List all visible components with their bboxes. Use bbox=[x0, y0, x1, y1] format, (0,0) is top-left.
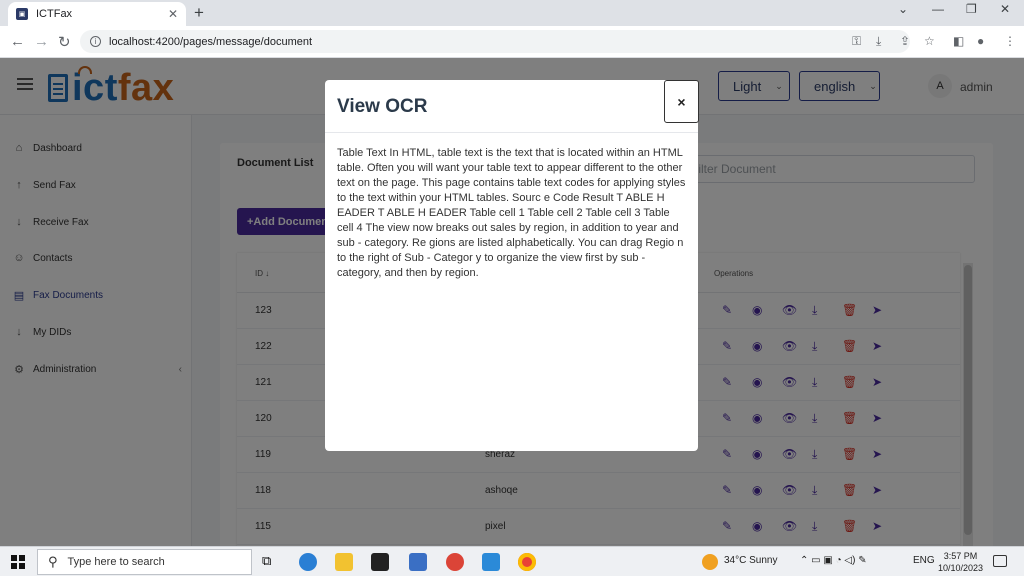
chrome-canary-icon[interactable] bbox=[446, 553, 464, 571]
view-ocr-modal: View OCR × Table Text In HTML, table tex… bbox=[325, 80, 699, 451]
modal-title: View OCR bbox=[337, 96, 428, 117]
side-panel-icon[interactable]: ◧ bbox=[953, 34, 964, 48]
browser-toolbar: ← → ↻ i localhost:4200/pages/message/doc… bbox=[0, 26, 1024, 58]
terminal-icon[interactable] bbox=[371, 553, 389, 571]
weather-icon[interactable] bbox=[702, 554, 718, 570]
site-info-icon[interactable]: i bbox=[90, 36, 101, 47]
notification-icon[interactable] bbox=[993, 555, 1007, 567]
chrome-icon[interactable] bbox=[518, 553, 536, 571]
url-text: localhost:4200/pages/message/document bbox=[109, 35, 313, 48]
task-view-icon[interactable]: ⧉ bbox=[262, 553, 280, 571]
window-close-button[interactable]: ✕ bbox=[1000, 2, 1010, 16]
modal-header: View OCR × bbox=[325, 80, 699, 133]
browser-menu-icon[interactable]: ⋮ bbox=[1004, 34, 1016, 48]
bookmark-star-icon[interactable]: ☆ bbox=[924, 34, 935, 48]
tab-close-icon[interactable]: ✕ bbox=[168, 7, 178, 21]
forward-arrow-icon[interactable]: → bbox=[34, 33, 49, 50]
install-icon[interactable]: ⤓ bbox=[876, 34, 881, 49]
system-tray-icons[interactable]: ⌃ ▭ ▣ ◔ ◁) ✎ bbox=[800, 555, 867, 566]
clock-time: 3:57 PM bbox=[943, 551, 978, 561]
edge-browser-icon[interactable] bbox=[299, 553, 317, 571]
windows-start-icon[interactable] bbox=[11, 555, 25, 569]
new-tab-button[interactable]: + bbox=[194, 3, 204, 23]
tab-search-icon[interactable]: ⌄ bbox=[898, 2, 908, 16]
window-minimize-button[interactable]: — bbox=[932, 2, 944, 16]
search-icon: ⚲ bbox=[48, 554, 58, 569]
reload-icon[interactable]: ↻ bbox=[58, 33, 71, 51]
taskbar-search-box[interactable]: ⚲ Type here to search bbox=[37, 549, 252, 575]
profile-icon[interactable]: ● bbox=[977, 34, 984, 48]
browser-tab-ictfax[interactable]: ▣ ICTFax ✕ bbox=[8, 2, 186, 26]
powershell-icon[interactable] bbox=[409, 553, 427, 571]
window-restore-button[interactable]: ❐ bbox=[966, 2, 977, 16]
key-icon[interactable]: ⚿ bbox=[852, 34, 861, 49]
share-icon[interactable]: ⇪ bbox=[900, 34, 910, 48]
ocr-text: Table Text In HTML, table text is the te… bbox=[337, 147, 686, 279]
taskbar-search-placeholder: Type here to search bbox=[67, 556, 165, 568]
address-bar[interactable]: i localhost:4200/pages/message/document bbox=[80, 30, 910, 53]
back-arrow-icon[interactable]: ← bbox=[10, 33, 25, 50]
windows-taskbar: ⚲ Type here to search ⧉ 34°C Sunny ⌃ ▭ ▣… bbox=[0, 546, 1024, 576]
clock-date: 10/10/2023 bbox=[938, 563, 984, 573]
close-button[interactable]: × bbox=[664, 80, 699, 123]
tab-title: ICTFax bbox=[36, 8, 73, 20]
weather-text[interactable]: 34°C Sunny bbox=[724, 555, 777, 566]
vscode-icon[interactable] bbox=[482, 553, 500, 571]
ictfax-favicon-icon: ▣ bbox=[16, 8, 28, 20]
system-clock[interactable]: 3:57 PM 10/10/2023 bbox=[938, 550, 983, 574]
input-language[interactable]: ENG bbox=[913, 555, 935, 566]
file-explorer-icon[interactable] bbox=[335, 553, 353, 571]
browser-tabbar: ▣ ICTFax ✕ + ⌄ — ❐ ✕ bbox=[0, 0, 1024, 26]
